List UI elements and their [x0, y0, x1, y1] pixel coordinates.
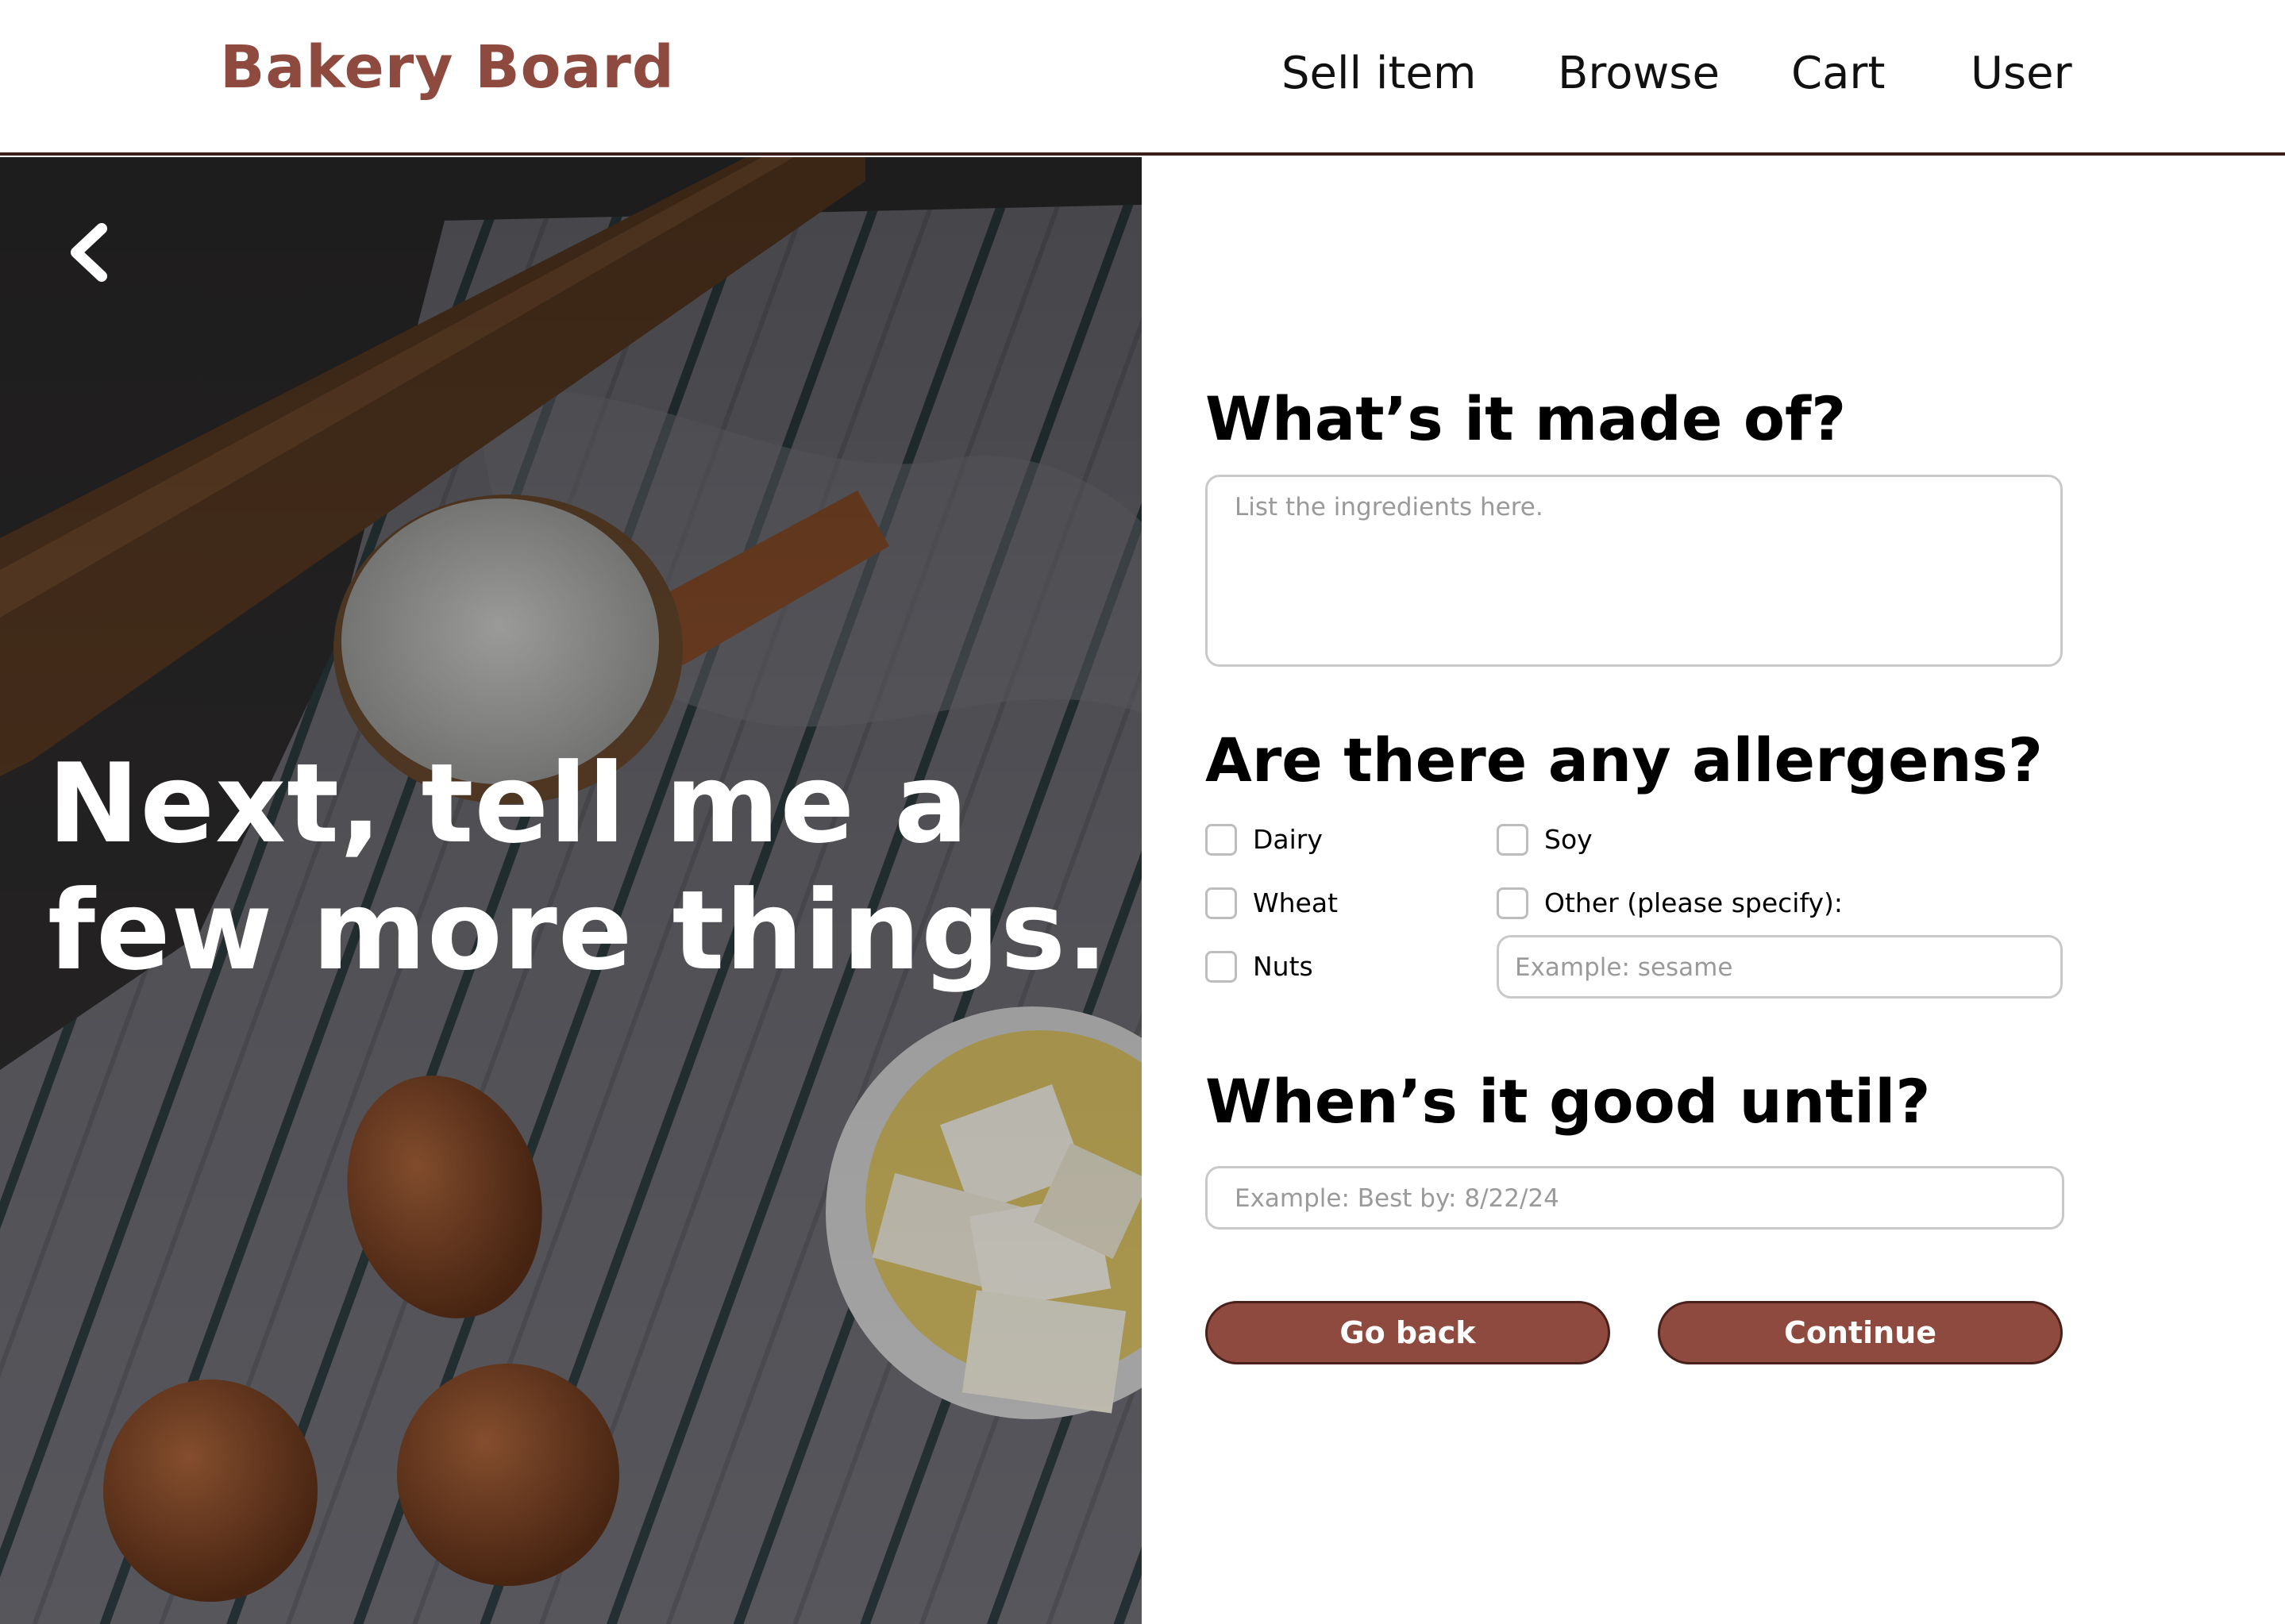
- nav-browse[interactable]: Browse: [1558, 48, 1720, 99]
- nav-cart[interactable]: Cart: [1791, 48, 1885, 99]
- allergens-title: Are there any allergens?: [1205, 725, 2043, 795]
- brand-logo-text[interactable]: Bakery Board: [220, 33, 675, 102]
- checkbox-label: Wheat: [1253, 887, 1339, 918]
- checkbox-label: Dairy: [1253, 824, 1323, 855]
- checkbox-box[interactable]: [1497, 824, 1528, 856]
- ingredients-placeholder: List the ingredients here.: [1235, 493, 1543, 521]
- expiry-title: When’s it good until?: [1205, 1066, 1931, 1137]
- best-by-date-input[interactable]: Example: Best by: 8/22/24: [1205, 1166, 2064, 1230]
- checkbox-box[interactable]: [1205, 951, 1237, 983]
- other-allergen-placeholder: Example: sesame: [1515, 953, 1733, 982]
- back-chevron-icon[interactable]: [67, 221, 111, 284]
- nav-sell-item[interactable]: Sell item: [1281, 48, 1476, 99]
- hero-title: Next, tell me a few more things.: [48, 740, 1109, 995]
- checkbox-box[interactable]: [1205, 887, 1237, 919]
- nav-user[interactable]: User: [1971, 48, 2072, 99]
- checkbox-box[interactable]: [1205, 824, 1237, 856]
- go-back-button[interactable]: Go back: [1205, 1301, 1610, 1364]
- best-by-placeholder: Example: Best by: 8/22/24: [1235, 1184, 1559, 1213]
- top-nav-bar: Bakery Board Sell item Browse Cart User: [0, 0, 2285, 156]
- checkbox-label: Nuts: [1253, 951, 1313, 982]
- other-allergen-input[interactable]: Example: sesame: [1497, 935, 2063, 999]
- checkbox-box[interactable]: [1497, 887, 1528, 919]
- ingredients-textarea[interactable]: List the ingredients here.: [1205, 475, 2063, 667]
- checkbox-label: Other (please specify):: [1544, 887, 1844, 918]
- continue-button[interactable]: Continue: [1658, 1301, 2063, 1364]
- checkbox-label: Soy: [1544, 824, 1593, 855]
- item-details-form: What’s it made of? List the ingredients …: [1142, 157, 2285, 1624]
- ingredients-title: What’s it made of?: [1205, 383, 1847, 454]
- hero-panel: Next, tell me a few more things.: [0, 157, 1142, 1624]
